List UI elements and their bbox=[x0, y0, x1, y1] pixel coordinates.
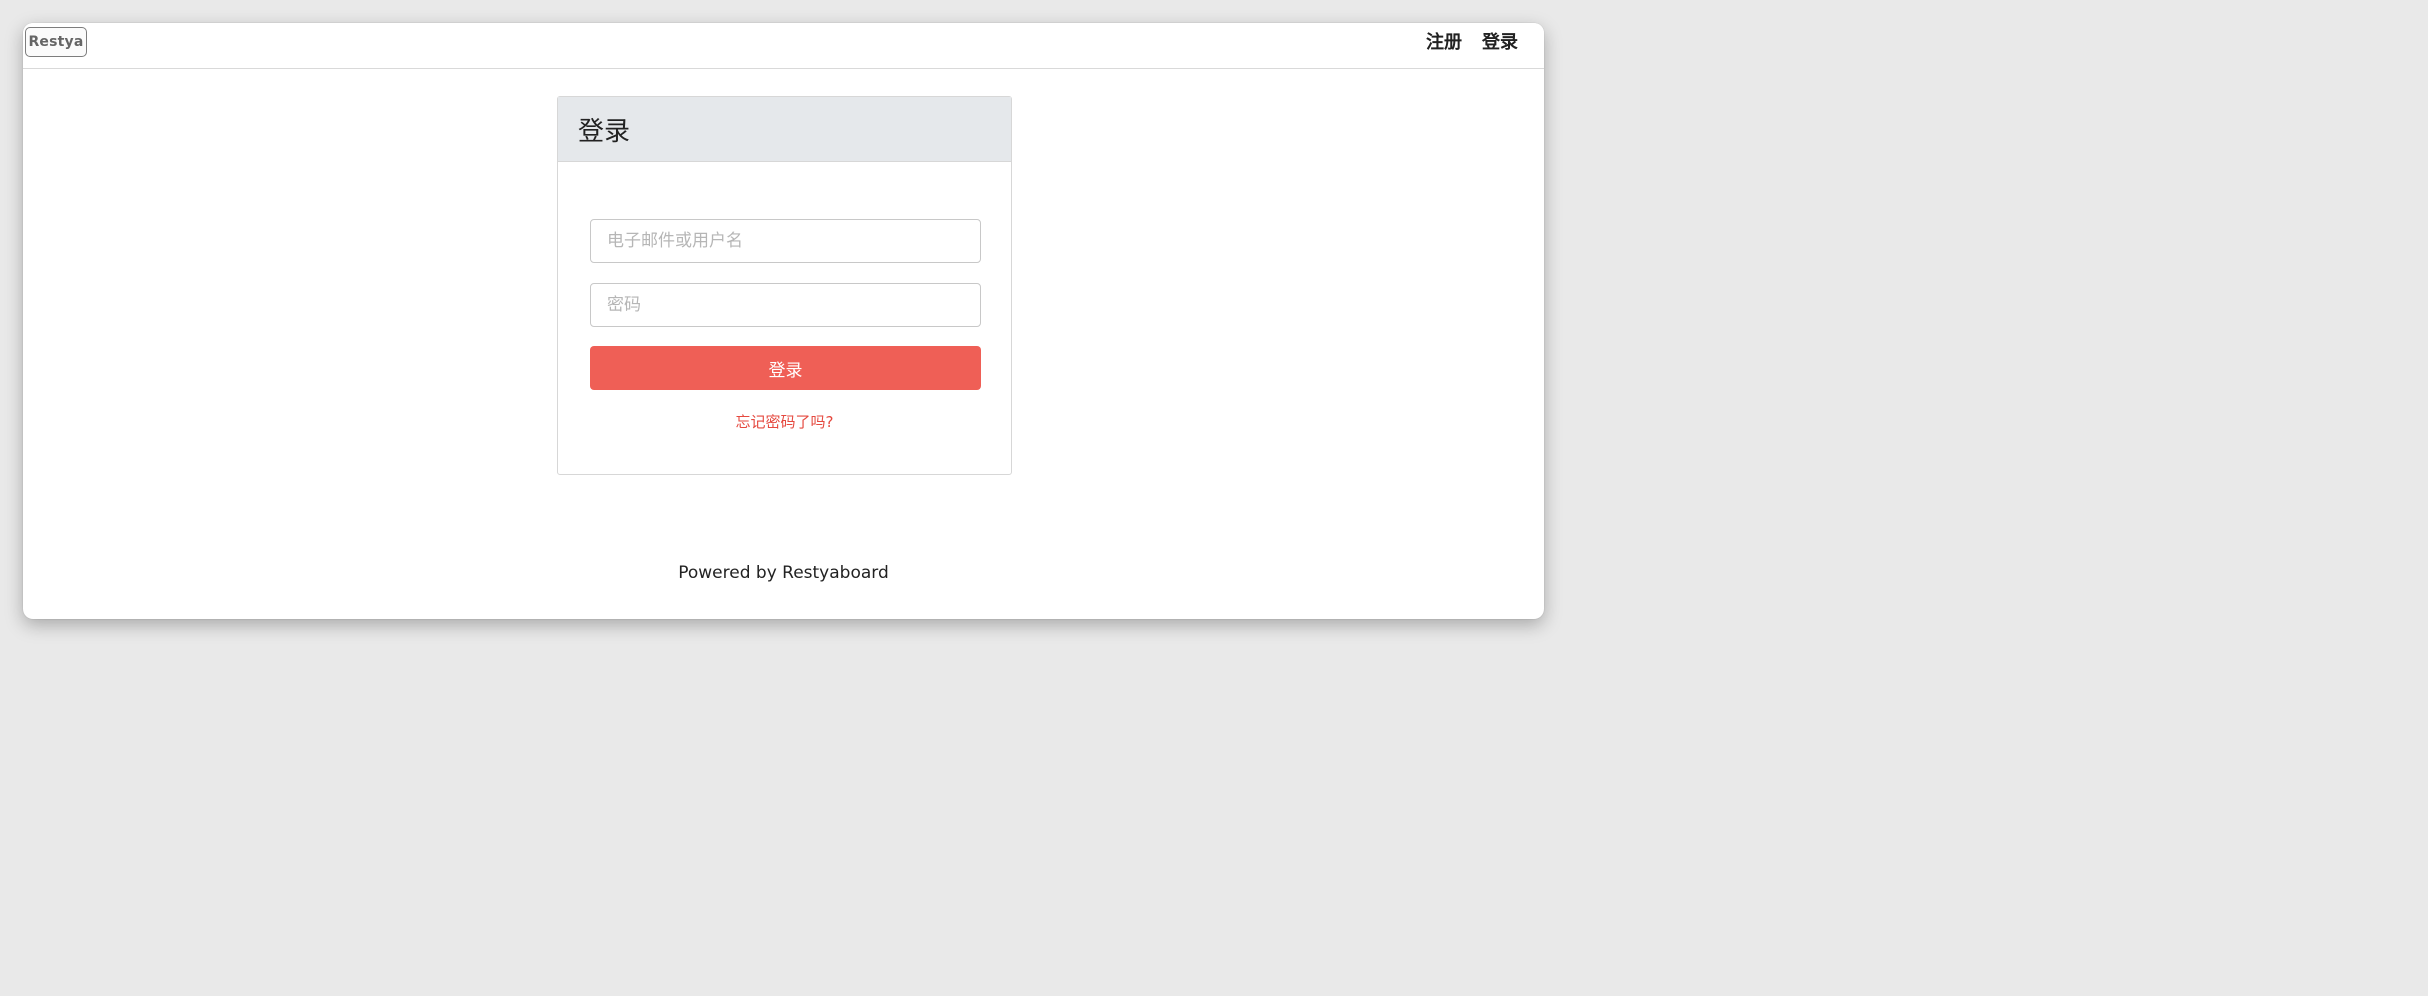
login-link[interactable]: 登录 bbox=[1482, 31, 1518, 55]
email-username-input[interactable] bbox=[590, 219, 981, 263]
login-card-title: 登录 bbox=[578, 116, 631, 147]
browser-window: Restya 注册 登录 登录 登录 忘记密码了吗? Powered by Re… bbox=[23, 23, 1544, 619]
top-navbar: Restya 注册 登录 bbox=[23, 23, 1544, 69]
logo-text: Restya bbox=[28, 34, 84, 50]
login-card: 登录 登录 忘记密码了吗? bbox=[557, 96, 1012, 475]
footer-powered-by: Powered by Restyaboard bbox=[678, 563, 889, 583]
register-link[interactable]: 注册 bbox=[1426, 31, 1462, 55]
login-button[interactable]: 登录 bbox=[590, 346, 981, 390]
forgot-password-link[interactable]: 忘记密码了吗? bbox=[558, 411, 1011, 432]
login-card-header: 登录 bbox=[558, 97, 1011, 162]
nav-links: 注册 登录 bbox=[1426, 31, 1518, 55]
restya-logo[interactable]: Restya bbox=[25, 27, 87, 57]
password-input[interactable] bbox=[590, 283, 981, 327]
